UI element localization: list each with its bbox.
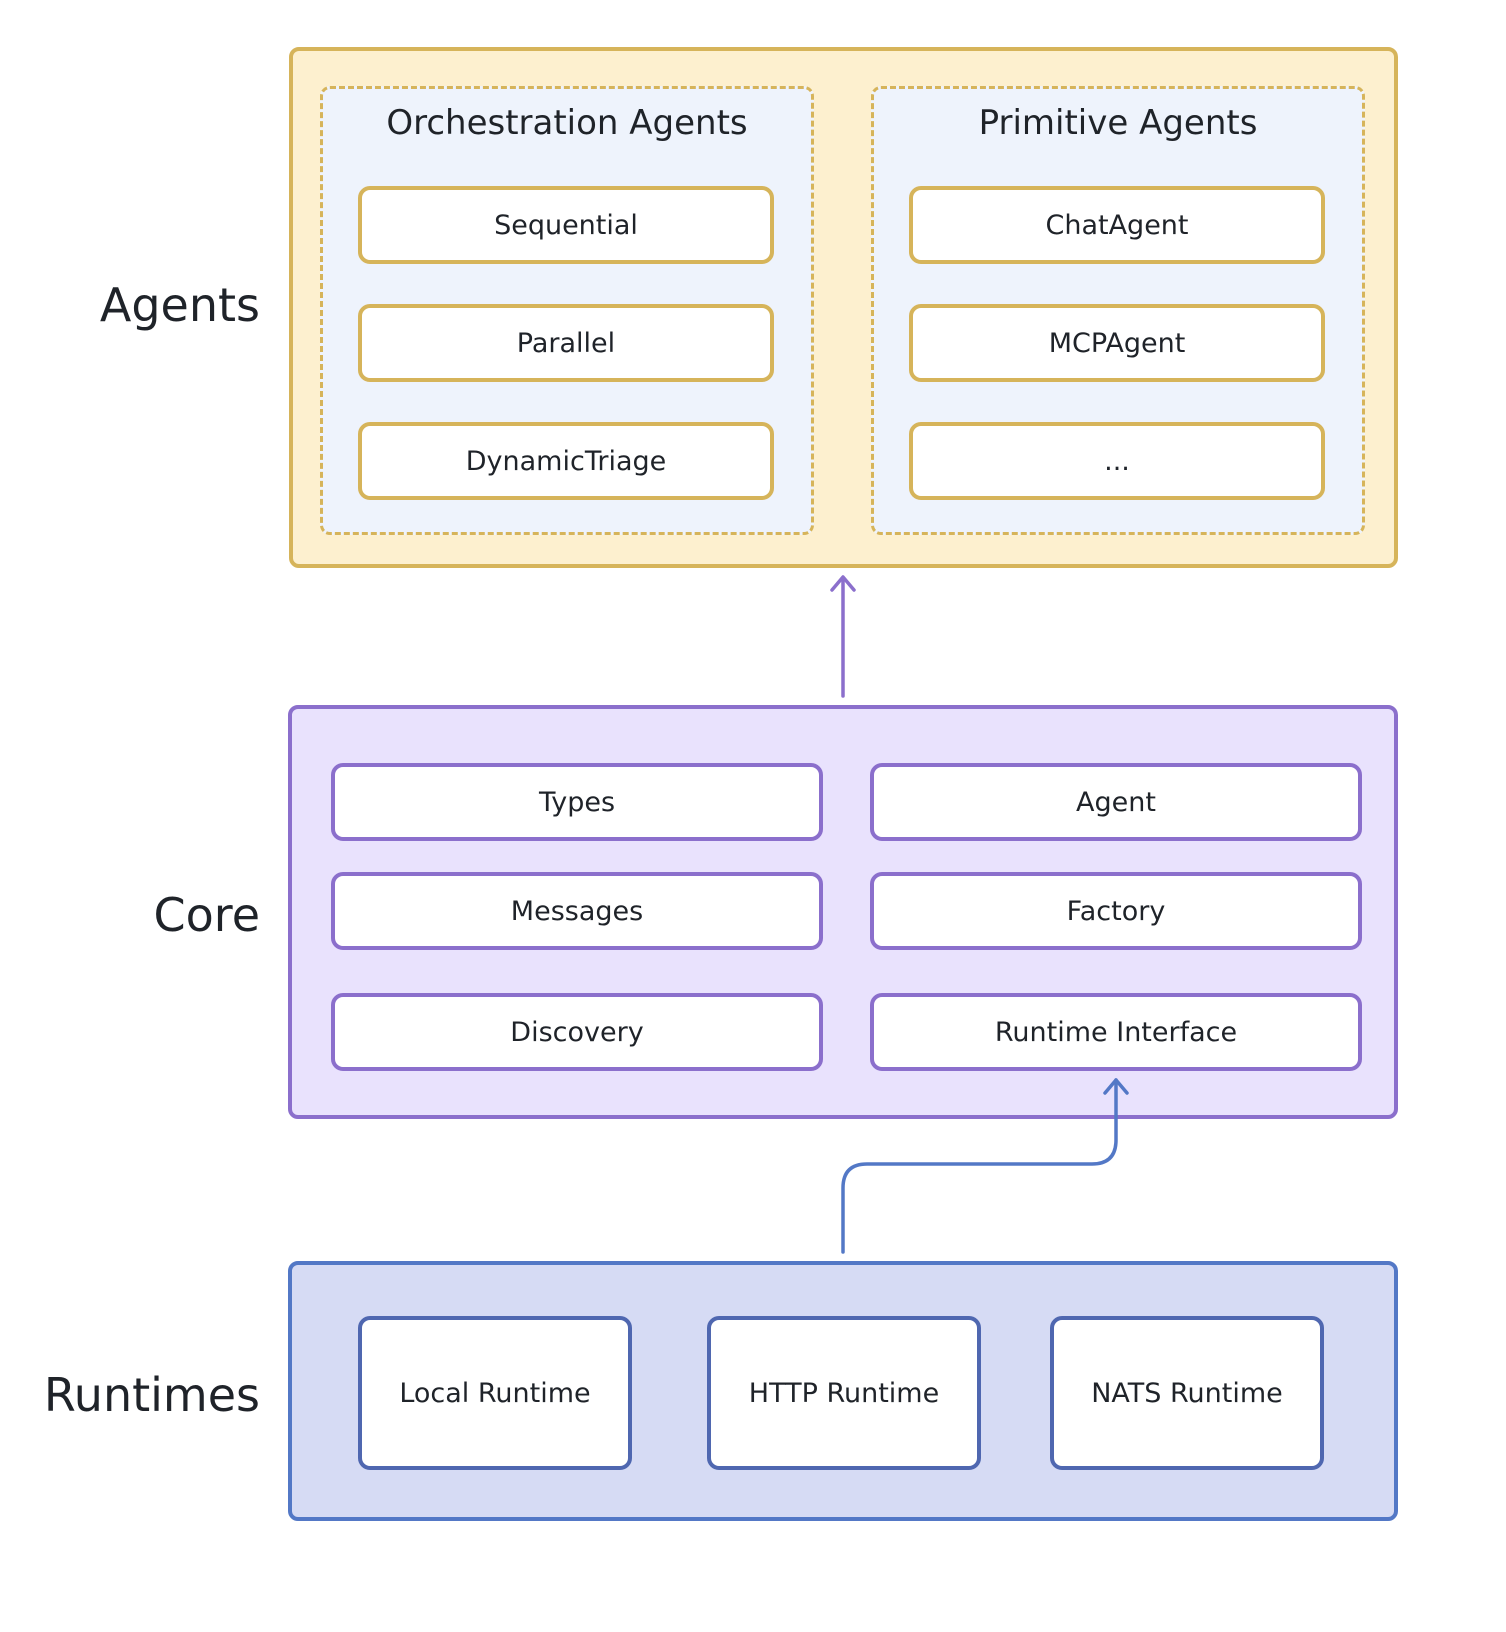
layer-label-core: Core xyxy=(153,888,260,942)
node-more-agents[interactable]: ... xyxy=(909,422,1325,500)
node-sequential[interactable]: Sequential xyxy=(358,186,774,264)
node-chat-agent[interactable]: ChatAgent xyxy=(909,186,1325,264)
node-runtime-interface[interactable]: Runtime Interface xyxy=(870,993,1362,1071)
primitive-agents-group: Primitive Agents ChatAgent MCPAgent ... xyxy=(871,86,1365,535)
node-types[interactable]: Types xyxy=(331,763,823,841)
primitive-agents-title: Primitive Agents xyxy=(978,103,1258,143)
node-http-runtime[interactable]: HTTP Runtime xyxy=(707,1316,981,1470)
core-layer-group: Types Agent Messages Factory Discovery R… xyxy=(288,705,1398,1119)
runtimes-layer-group: Local Runtime HTTP Runtime NATS Runtime xyxy=(288,1261,1398,1521)
agents-layer-group: Orchestration Agents Sequential Parallel… xyxy=(289,47,1398,568)
edge-core-to-agents xyxy=(830,575,856,698)
orchestration-agents-title: Orchestration Agents xyxy=(386,103,748,143)
node-dynamic-triage[interactable]: DynamicTriage xyxy=(358,422,774,500)
node-parallel[interactable]: Parallel xyxy=(358,304,774,382)
orchestration-agents-group: Orchestration Agents Sequential Parallel… xyxy=(320,86,814,535)
node-discovery[interactable]: Discovery xyxy=(331,993,823,1071)
node-nats-runtime[interactable]: NATS Runtime xyxy=(1050,1316,1324,1470)
node-agent[interactable]: Agent xyxy=(870,763,1362,841)
arrowhead-up-icon xyxy=(830,575,856,592)
node-factory[interactable]: Factory xyxy=(870,872,1362,950)
node-local-runtime[interactable]: Local Runtime xyxy=(358,1316,632,1470)
layer-label-agents: Agents xyxy=(99,278,260,332)
node-mcp-agent[interactable]: MCPAgent xyxy=(909,304,1325,382)
node-messages[interactable]: Messages xyxy=(331,872,823,950)
layer-label-runtimes: Runtimes xyxy=(43,1368,260,1422)
